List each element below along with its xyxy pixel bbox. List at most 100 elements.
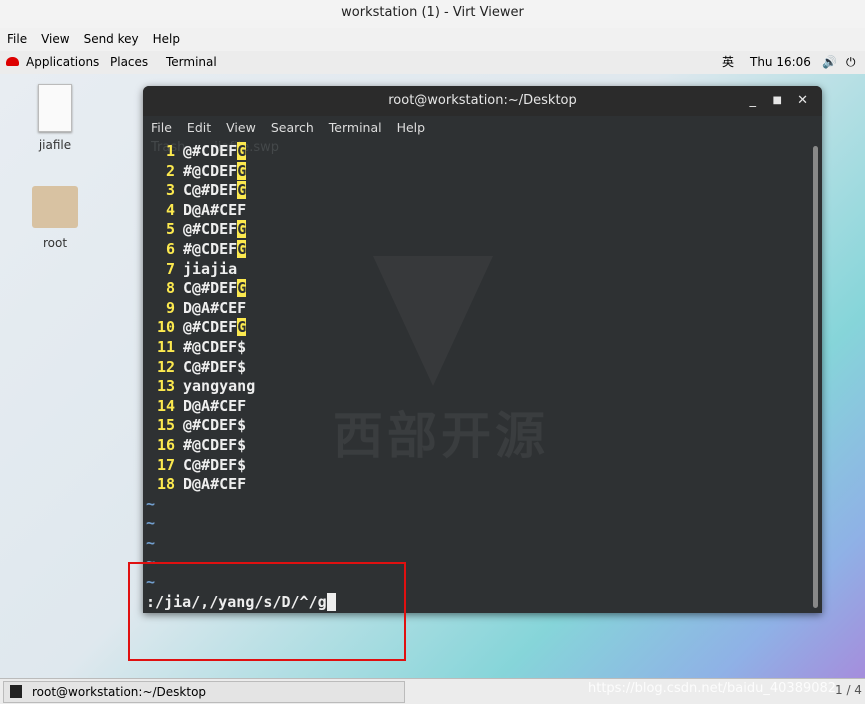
annotation-box bbox=[128, 562, 406, 661]
empty-line-tilde: ~ bbox=[146, 514, 156, 533]
line-text: D@A#CEF bbox=[183, 200, 247, 219]
line-number: 14 bbox=[156, 396, 175, 415]
line-number: 5 bbox=[165, 220, 175, 239]
terminal-app-menu[interactable]: Terminal bbox=[166, 51, 217, 74]
line-number: 7 bbox=[165, 259, 175, 278]
taskbar-item-terminal[interactable]: root@workstation:~/Desktop bbox=[3, 681, 405, 703]
places-menu[interactable]: Places bbox=[110, 51, 148, 74]
tmenu-search[interactable]: Search bbox=[271, 116, 314, 140]
search-highlight: G bbox=[237, 318, 247, 337]
virt-viewer-menubar: File View Send key Help bbox=[0, 28, 865, 51]
line-text: #@CDEF$ bbox=[183, 435, 247, 454]
home-folder-icon bbox=[32, 186, 78, 228]
line-number: 17 bbox=[156, 455, 175, 474]
line-text: @#CDEF bbox=[183, 220, 238, 239]
search-highlight: G bbox=[237, 279, 247, 298]
line-number: 16 bbox=[156, 435, 175, 454]
applications-menu[interactable]: Applications bbox=[26, 51, 99, 74]
line-text: @#CDEF bbox=[183, 318, 238, 337]
buffer-line: 5 @#CDEFG bbox=[146, 220, 336, 240]
empty-line-tilde: ~ bbox=[146, 533, 156, 552]
vim-buffer[interactable]: 1 @#CDEFG 2 #@CDEFG 3 C@#DEFG 4 D@A#CEF 5 @#CDEFG… bbox=[146, 142, 336, 612]
buffer-line: 2 #@CDEFG bbox=[146, 161, 336, 182]
search-highlight: G bbox=[237, 142, 247, 160]
menu-help[interactable]: Help bbox=[153, 28, 180, 51]
desktop-icon-jiafile[interactable]: jiafile bbox=[20, 84, 90, 152]
search-highlight: G bbox=[237, 239, 247, 258]
buffer-line: 15 @#CDEF$ bbox=[146, 416, 336, 436]
tmenu-help[interactable]: Help bbox=[397, 116, 426, 140]
minimize-icon[interactable]: _ bbox=[750, 86, 757, 116]
buffer-line: 11 #@CDEF$ bbox=[146, 338, 336, 358]
icon-label: jiafile bbox=[38, 138, 72, 152]
line-number: 13 bbox=[156, 377, 175, 396]
maximize-icon[interactable]: ■ bbox=[773, 86, 782, 116]
close-icon[interactable]: ✕ bbox=[797, 86, 808, 116]
scrollbar[interactable] bbox=[813, 146, 818, 608]
buffer-line: 12 C@#DEF$ bbox=[146, 358, 336, 378]
clock[interactable]: Thu 16:06 bbox=[750, 51, 811, 74]
line-text: C@#DEF bbox=[183, 181, 238, 200]
buffer-line: 14 D@A#CEF bbox=[146, 397, 336, 417]
terminal-menubar: File Edit View Search Terminal Help bbox=[143, 116, 822, 140]
buffer-line: 7 jiajia bbox=[146, 260, 336, 280]
search-highlight: G bbox=[237, 220, 247, 239]
line-text: #@CDEF bbox=[183, 161, 238, 180]
line-text: #@CDEF bbox=[183, 239, 238, 258]
power-icon[interactable]: ⏻ bbox=[846, 51, 856, 74]
buffer-line: 1 @#CDEFG bbox=[146, 142, 336, 162]
tmenu-file[interactable]: File bbox=[151, 116, 172, 140]
search-highlight: G bbox=[237, 181, 247, 200]
terminal-titlebar: root@workstation:~/Desktop _ ■ ✕ bbox=[143, 86, 822, 116]
line-text: @#CDEF$ bbox=[183, 416, 247, 435]
buffer-line: 17 C@#DEF$ bbox=[146, 456, 336, 476]
tmenu-terminal[interactable]: Terminal bbox=[329, 116, 382, 140]
csdn-watermark: https://blog.csdn.net/baidu_40389082 bbox=[588, 681, 837, 696]
line-number: 3 bbox=[165, 181, 175, 200]
line-text: C@#DEF$ bbox=[183, 455, 247, 474]
text-file-icon bbox=[38, 84, 72, 132]
line-number: 15 bbox=[156, 416, 175, 435]
menu-file[interactable]: File bbox=[7, 28, 27, 51]
taskbar: root@workstation:~/Desktop https://blog.… bbox=[0, 678, 865, 704]
tmenu-view[interactable]: View bbox=[226, 116, 256, 140]
menu-view[interactable]: View bbox=[41, 28, 69, 51]
buffer-line: 13 yangyang bbox=[146, 377, 336, 397]
input-method[interactable]: 英 bbox=[722, 51, 734, 74]
workspace-indicator[interactable]: 1 / 4 bbox=[835, 683, 862, 697]
icon-label: root bbox=[42, 236, 68, 250]
search-highlight: G bbox=[237, 161, 247, 180]
line-text: jiajia bbox=[183, 259, 238, 278]
line-text: @#CDEF bbox=[183, 142, 238, 160]
desktop-icon-root[interactable]: root bbox=[20, 186, 90, 250]
line-text: C@#DEF bbox=[183, 279, 238, 298]
line-text: C@#DEF$ bbox=[183, 357, 247, 376]
redhat-icon bbox=[6, 57, 19, 66]
line-text: yangyang bbox=[183, 377, 256, 396]
line-number: 2 bbox=[165, 161, 175, 180]
line-number: 18 bbox=[156, 475, 175, 494]
menu-send-key[interactable]: Send key bbox=[84, 28, 139, 51]
volume-icon[interactable]: 🔊 bbox=[822, 51, 837, 74]
line-number: 9 bbox=[165, 298, 175, 317]
terminal-icon bbox=[10, 685, 22, 698]
gnome-top-bar: Applications Places Terminal 英 Thu 16:06… bbox=[0, 51, 865, 75]
window-title: workstation (1) - Virt Viewer bbox=[0, 0, 865, 29]
line-number: 12 bbox=[156, 357, 175, 376]
line-number: 1 bbox=[165, 142, 175, 160]
buffer-line: 3 C@#DEFG bbox=[146, 181, 336, 201]
line-number: 4 bbox=[165, 200, 175, 219]
buffer-line: 10 @#CDEFG bbox=[146, 318, 336, 338]
buffer-line: 8 C@#DEFG bbox=[146, 279, 336, 299]
taskbar-item-label: root@workstation:~/Desktop bbox=[32, 685, 207, 699]
line-number: 10 bbox=[156, 318, 175, 337]
buffer-line: 16 #@CDEF$ bbox=[146, 436, 336, 456]
tmenu-edit[interactable]: Edit bbox=[187, 116, 211, 140]
terminal-window[interactable]: root@workstation:~/Desktop _ ■ ✕ File Ed… bbox=[143, 86, 822, 613]
line-number: 11 bbox=[156, 337, 175, 356]
watermark-logo-shape bbox=[373, 256, 493, 386]
watermark-logo: 西部开源 bbox=[333, 407, 549, 465]
buffer-line: 18 D@A#CEF bbox=[146, 475, 336, 495]
line-text: D@A#CEF bbox=[183, 298, 247, 317]
line-text: D@A#CEF bbox=[183, 396, 247, 415]
